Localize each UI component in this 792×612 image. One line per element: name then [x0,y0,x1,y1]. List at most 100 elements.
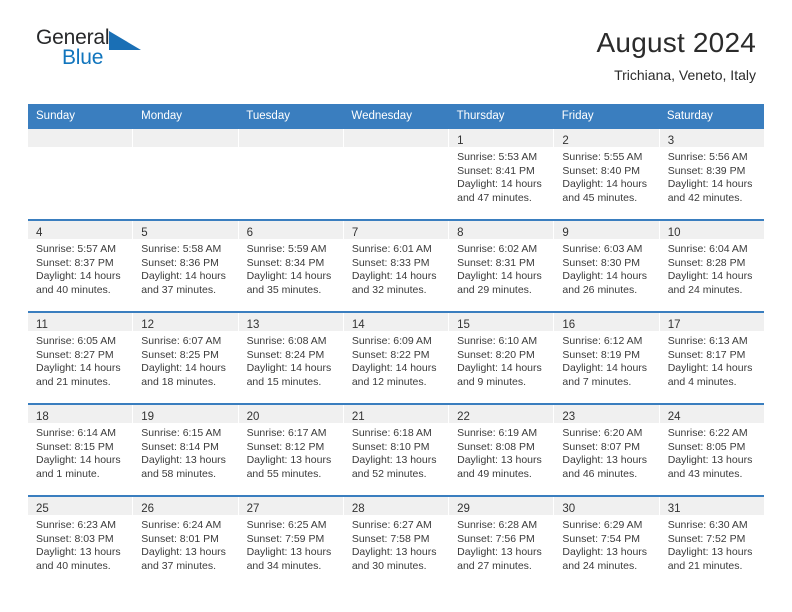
day-details [344,147,448,151]
day-details: Sunrise: 6:09 AM Sunset: 8:22 PM Daylight:… [344,331,448,389]
daylight-text: and 37 minutes. [141,283,216,296]
sunset-text: Sunset: 8:37 PM [36,256,114,269]
daylight-text: and 24 minutes. [667,283,743,296]
day-number-band [238,129,343,147]
day-of-week-saturday: Saturday [666,110,713,122]
day-number-band: 11 [28,313,133,331]
daylight-text: and 32 minutes. [351,283,427,296]
calendar-day-cell[interactable]: 15 Sunrise: 6:10 AM Sunset: 8:20 PM Dayligh… [449,313,555,403]
daylight-text: Daylight: 13 hours [36,546,121,559]
calendar-day-cell[interactable]: 4 Sunrise: 5:57 AM Sunset: 8:37 PM Daylight… [28,221,134,311]
daylight-text: and 26 minutes. [562,283,638,296]
calendar-day-cell[interactable]: 29 Sunrise: 6:28 AM Sunset: 7:56 PM Dayligh… [449,497,555,587]
calendar-day-cell[interactable]: 21 Sunrise: 6:18 AM Sunset: 8:10 PM Dayligh… [343,405,450,495]
calendar-day-cell[interactable]: 5 Sunrise: 5:58 AM Sunset: 8:36 PM Daylight… [133,221,239,311]
sunset-text: Sunset: 8:31 PM [457,256,535,269]
calendar-day-cell[interactable]: 18 Sunrise: 6:14 AM Sunset: 8:15 PM Dayligh… [28,405,134,495]
calendar-day-cell[interactable]: 19 Sunrise: 6:15 AM Sunset: 8:14 PM Dayligh… [133,405,239,495]
calendar-day-cell[interactable]: 14 Sunrise: 6:09 AM Sunset: 8:22 PM Dayligh… [343,313,450,403]
day-number: 1 [457,135,464,147]
calendar-day-cell[interactable]: 30 Sunrise: 6:29 AM Sunset: 7:54 PM Dayligh… [554,497,660,587]
calendar-day-cell[interactable]: 27 Sunrise: 6:25 AM Sunset: 7:59 PM Dayligh… [238,497,344,587]
day-details: Sunrise: 6:03 AM Sunset: 8:30 PM Daylight:… [554,239,658,297]
day-of-week-tuesday: Tuesday [246,110,290,122]
page-header: General Blue August 2024 Trichiana, Vene… [0,0,792,100]
daylight-text: Daylight: 13 hours [562,546,648,559]
daylight-text: Daylight: 14 hours [562,178,648,191]
daylight-text: and 45 minutes. [562,191,638,204]
day-number: 31 [667,503,681,515]
calendar-day-cell[interactable]: 28 Sunrise: 6:27 AM Sunset: 7:58 PM Dayligh… [343,497,450,587]
daylight-text: Daylight: 14 hours [36,270,121,283]
daylight-text: Daylight: 14 hours [457,178,542,191]
calendar-day-cell[interactable]: 9 Sunrise: 6:03 AM Sunset: 8:30 PM Daylight… [554,221,660,311]
day-number-band: 2 [554,129,659,147]
daylight-text: and 55 minutes. [246,467,322,480]
sunset-text: Sunset: 8:41 PM [457,164,535,177]
daylight-text: Daylight: 14 hours [562,270,648,283]
sunset-text: Sunset: 8:05 PM [667,440,746,453]
day-details: Sunrise: 5:59 AM Sunset: 8:34 PM Daylight:… [239,239,343,297]
calendar-day-cell[interactable]: 26 Sunrise: 6:24 AM Sunset: 8:01 PM Dayligh… [133,497,239,587]
calendar-cell-empty [238,129,344,219]
calendar-day-cell[interactable]: 22 Sunrise: 6:19 AM Sunset: 8:08 PM Dayligh… [449,405,555,495]
calendar-day-cell[interactable]: 31 Sunrise: 6:30 AM Sunset: 7:52 PM Dayligh… [659,497,764,587]
sunrise-text: Sunrise: 5:53 AM [457,151,538,163]
day-details: Sunrise: 6:08 AM Sunset: 8:24 PM Daylight:… [239,331,343,389]
sunrise-text: Sunrise: 6:14 AM [36,427,116,439]
day-number-band: 30 [554,497,659,515]
daylight-text: and 27 minutes. [457,559,532,572]
day-number: 8 [457,227,464,239]
calendar-week-row: 25 Sunrise: 6:23 AM Sunset: 8:03 PM Dayligh… [28,495,764,587]
daylight-text: and 42 minutes. [667,191,743,204]
daylight-text: and 40 minutes. [36,283,111,296]
daylight-text: Daylight: 13 hours [667,546,753,559]
calendar-day-cell[interactable]: 8 Sunrise: 6:02 AM Sunset: 8:31 PM Daylight… [449,221,555,311]
day-number-band: 17 [659,313,764,331]
day-details [28,147,132,151]
calendar-day-cell[interactable]: 20 Sunrise: 6:17 AM Sunset: 8:12 PM Dayligh… [238,405,344,495]
calendar-day-cell[interactable]: 1 Sunrise: 5:53 AM Sunset: 8:41 PM Daylight… [449,129,555,219]
day-number-band: 26 [133,497,238,515]
calendar-day-cell[interactable]: 24 Sunrise: 6:22 AM Sunset: 8:05 PM Dayligh… [659,405,764,495]
calendar-day-cell[interactable]: 7 Sunrise: 6:01 AM Sunset: 8:33 PM Daylight… [343,221,450,311]
daylight-text: and 21 minutes. [36,375,111,388]
calendar-day-cell[interactable]: 6 Sunrise: 5:59 AM Sunset: 8:34 PM Daylight… [238,221,344,311]
sunset-text: Sunset: 8:10 PM [351,440,430,453]
sunrise-text: Sunrise: 6:18 AM [351,427,432,439]
daylight-text: Daylight: 13 hours [667,454,753,467]
day-number-band: 24 [659,405,764,423]
calendar-day-cell[interactable]: 3 Sunrise: 5:56 AM Sunset: 8:39 PM Daylight… [659,129,764,219]
calendar-day-cell[interactable]: 17 Sunrise: 6:13 AM Sunset: 8:17 PM Dayligh… [659,313,764,403]
calendar-day-cell[interactable]: 10 Sunrise: 6:04 AM Sunset: 8:28 PM Dayligh… [659,221,764,311]
sunset-text: Sunset: 8:19 PM [562,348,641,361]
calendar-day-cell[interactable]: 23 Sunrise: 6:20 AM Sunset: 8:07 PM Dayligh… [554,405,660,495]
calendar-day-cell[interactable]: 25 Sunrise: 6:23 AM Sunset: 8:03 PM Dayligh… [28,497,134,587]
day-number: 20 [246,411,260,423]
day-number: 13 [246,319,260,331]
daylight-text: Daylight: 13 hours [141,454,226,467]
day-number-band: 5 [133,221,238,239]
calendar-day-cell[interactable]: 12 Sunrise: 6:07 AM Sunset: 8:25 PM Dayligh… [133,313,239,403]
sunrise-text: Sunrise: 6:04 AM [667,243,748,255]
daylight-text: Daylight: 13 hours [141,546,226,559]
day-number: 5 [141,227,148,239]
day-of-week-sunday: Sunday [36,110,76,122]
sunrise-text: Sunrise: 6:05 AM [36,335,116,347]
daylight-text: Daylight: 14 hours [667,270,753,283]
day-number-band [343,129,449,147]
calendar-day-cell[interactable]: 13 Sunrise: 6:08 AM Sunset: 8:24 PM Dayligh… [238,313,344,403]
general-blue-logo[interactable]: General Blue [36,26,156,74]
sunset-text: Sunset: 8:15 PM [36,440,114,453]
daylight-text: and 58 minutes. [141,467,216,480]
sunrise-text: Sunrise: 6:09 AM [351,335,432,347]
sunrise-text: Sunrise: 6:25 AM [246,519,327,531]
sunset-text: Sunset: 8:30 PM [562,256,641,269]
day-number-band: 13 [238,313,343,331]
calendar-day-cell[interactable]: 16 Sunrise: 6:12 AM Sunset: 8:19 PM Dayligh… [554,313,660,403]
calendar-day-cell[interactable]: 2 Sunrise: 5:55 AM Sunset: 8:40 PM Daylight… [554,129,660,219]
day-details: Sunrise: 6:27 AM Sunset: 7:58 PM Daylight:… [344,515,448,573]
day-number-band: 7 [343,221,449,239]
calendar-day-cell[interactable]: 11 Sunrise: 6:05 AM Sunset: 8:27 PM Dayligh… [28,313,134,403]
sunset-text: Sunset: 8:08 PM [457,440,535,453]
